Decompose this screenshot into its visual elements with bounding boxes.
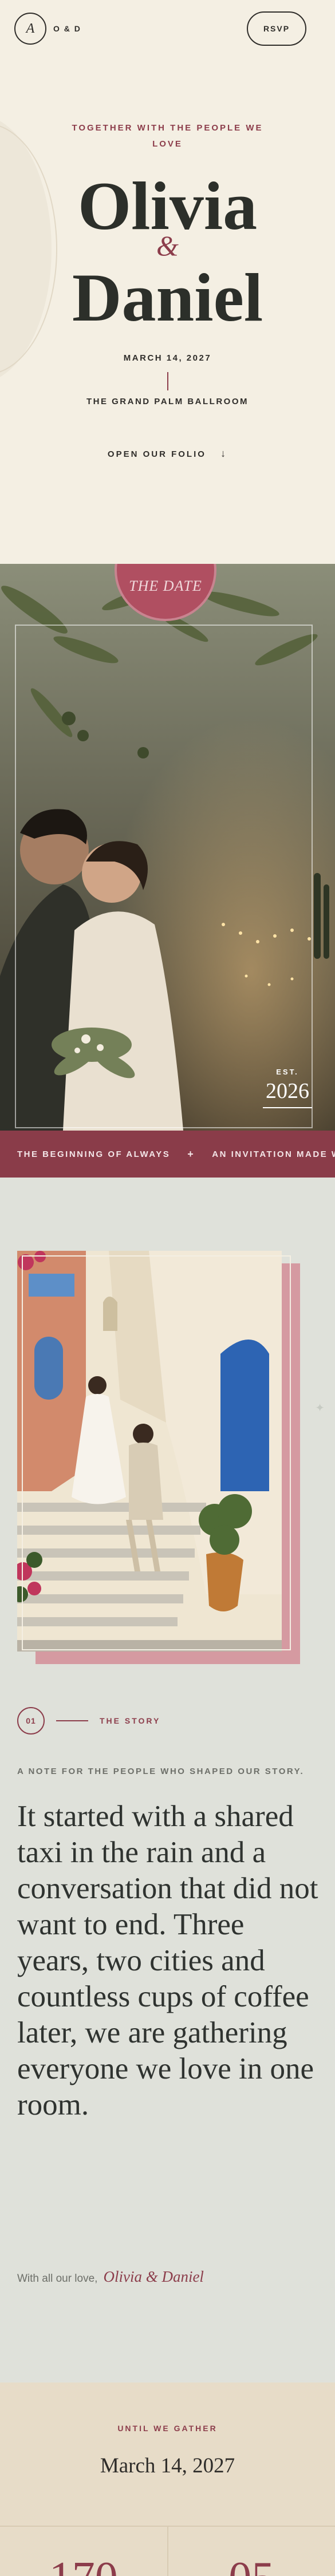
monogram-logo: A [14,13,46,45]
chapter-rule [56,1720,88,1721]
hero-section: TOGETHER WITH THE PEOPLE WE LOVE Olivia … [0,0,335,564]
chapter-label: THE STORY [100,1716,161,1725]
photo-frame [15,625,313,1128]
hero-venue: THE GRAND PALM BALLROOM [86,397,249,406]
marquee-banner: THE BEGINNING OF ALWAYS + AN INVITATION … [0,1131,335,1178]
est-label: EST. [276,1068,299,1076]
brand-name: O & D [53,24,81,33]
couple-photo-section: THE DATE EST. 2026 [0,564,335,1131]
countdown-label: UNTIL WE GATHER [117,2424,218,2433]
rsvp-button[interactable]: RSVP [247,11,306,46]
page: TOGETHER WITH THE PEOPLE WE LOVE Olivia … [0,0,335,2576]
seal-text: THE DATE [129,578,202,594]
story-body: It started with a shared taxi in the rai… [17,1800,318,2121]
chapter-marker: 01 THE STORY [17,1707,160,1735]
site-header: A O & D RSVP [0,0,335,57]
open-folio-link[interactable]: OPEN OUR FOLIO ↓ [0,448,335,460]
signoff-names: Olivia & Daniel [103,2268,204,2285]
countdown-grid: 170 05 [0,2526,335,2576]
countdown-value: 170 [0,2527,167,2576]
chapter-number: 01 [17,1707,45,1735]
image-outline-frame [22,1255,291,1650]
arrow-down-icon: ↓ [220,448,228,459]
est-underline [263,1107,312,1108]
story-section: ✦ 01 THE STORY A NOTE FOR THE PEOPLE WHO… [0,1178,335,2383]
groom-name: Daniel [72,259,263,335]
countdown-section: UNTIL WE GATHER March 14, 2027 170 05 [0,2383,335,2576]
story-image [17,1251,315,1686]
decorative-sparkle: ✦ [315,1402,325,1415]
signoff: With all our love, Olivia & Daniel [17,2268,204,2286]
open-folio-label: OPEN OUR FOLIO [107,449,206,459]
ampersand: & [156,230,179,262]
established-badge: EST. 2026 [263,1068,312,1108]
story-note: A NOTE FOR THE PEOPLE WHO SHAPED OUR STO… [17,1767,305,1776]
marquee-separator: + [187,1148,195,1160]
brand[interactable]: A O & D [14,13,81,45]
signoff-prefix: With all our love, [17,2273,98,2285]
marquee-item: THE BEGINNING OF ALWAYS [17,1149,171,1159]
est-year: 2026 [266,1079,309,1103]
countdown-value: 05 [167,2527,335,2576]
hero-date: MARCH 14, 2027 [123,353,212,363]
hero-eyebrow: TOGETHER WITH THE PEOPLE WE LOVE [72,123,263,149]
marquee-item: AN INVITATION MADE W [212,1149,335,1159]
divider [167,372,168,390]
countdown-date: March 14, 2027 [100,2454,235,2478]
